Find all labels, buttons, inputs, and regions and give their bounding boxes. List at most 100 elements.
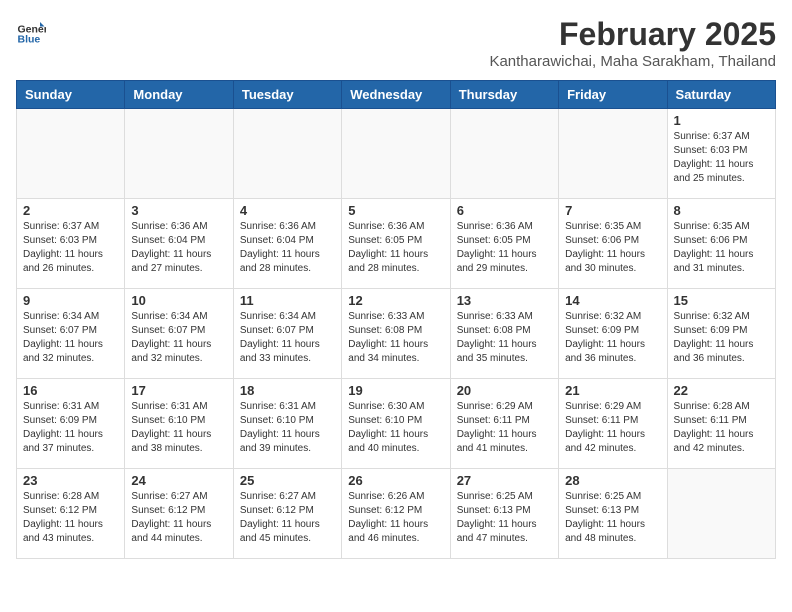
day-number: 12 [348,293,443,308]
day-number: 28 [565,473,660,488]
day-number: 20 [457,383,552,398]
day-header-monday: Monday [125,81,233,109]
page-header: General Blue February 2025 Kantharawicha… [16,16,776,70]
day-info: Sunrise: 6:28 AM Sunset: 6:11 PM Dayligh… [674,400,769,456]
day-info: Sunrise: 6:36 AM Sunset: 6:04 PM Dayligh… [131,220,226,276]
calendar-cell: 6 Sunrise: 6:36 AM Sunset: 6:05 PM Daylig… [450,199,558,289]
calendar-cell [450,109,558,199]
calendar-cell: 28 Sunrise: 6:25 AM Sunset: 6:13 PM Dayli… [559,469,667,559]
day-info: Sunrise: 6:34 AM Sunset: 6:07 PM Dayligh… [131,310,226,366]
day-info: Sunrise: 6:29 AM Sunset: 6:11 PM Dayligh… [457,400,552,456]
day-info: Sunrise: 6:34 AM Sunset: 6:07 PM Dayligh… [240,310,335,366]
day-info: Sunrise: 6:36 AM Sunset: 6:04 PM Dayligh… [240,220,335,276]
calendar-cell: 27 Sunrise: 6:25 AM Sunset: 6:13 PM Dayli… [450,469,558,559]
day-info: Sunrise: 6:25 AM Sunset: 6:13 PM Dayligh… [457,490,552,546]
day-header-friday: Friday [559,81,667,109]
day-number: 21 [565,383,660,398]
day-info: Sunrise: 6:35 AM Sunset: 6:06 PM Dayligh… [674,220,769,276]
day-info: Sunrise: 6:28 AM Sunset: 6:12 PM Dayligh… [23,490,118,546]
day-info: Sunrise: 6:27 AM Sunset: 6:12 PM Dayligh… [131,490,226,546]
day-number: 25 [240,473,335,488]
calendar-cell [17,109,125,199]
calendar-cell: 7 Sunrise: 6:35 AM Sunset: 6:06 PM Daylig… [559,199,667,289]
calendar-cell: 10 Sunrise: 6:34 AM Sunset: 6:07 PM Dayli… [125,289,233,379]
calendar-cell: 24 Sunrise: 6:27 AM Sunset: 6:12 PM Dayli… [125,469,233,559]
calendar-cell [667,469,775,559]
calendar-cell: 5 Sunrise: 6:36 AM Sunset: 6:05 PM Daylig… [342,199,450,289]
calendar-cell: 12 Sunrise: 6:33 AM Sunset: 6:08 PM Dayli… [342,289,450,379]
day-number: 6 [457,203,552,218]
day-number: 18 [240,383,335,398]
calendar-cell: 9 Sunrise: 6:34 AM Sunset: 6:07 PM Daylig… [17,289,125,379]
day-info: Sunrise: 6:25 AM Sunset: 6:13 PM Dayligh… [565,490,660,546]
calendar-cell: 21 Sunrise: 6:29 AM Sunset: 6:11 PM Dayli… [559,379,667,469]
day-info: Sunrise: 6:32 AM Sunset: 6:09 PM Dayligh… [674,310,769,366]
day-header-saturday: Saturday [667,81,775,109]
day-number: 23 [23,473,118,488]
logo-icon: General Blue [16,16,46,46]
day-number: 24 [131,473,226,488]
day-number: 19 [348,383,443,398]
calendar-cell: 19Sunrise: 6:30 AM Sunset: 6:10 PM Dayli… [342,379,450,469]
day-number: 11 [240,293,335,308]
calendar-cell: 1 Sunrise: 6:37 AM Sunset: 6:03 PM Daylig… [667,109,775,199]
day-number: 26 [348,473,443,488]
calendar-cell: 16 Sunrise: 6:31 AM Sunset: 6:09 PM Dayli… [17,379,125,469]
calendar-cell [559,109,667,199]
day-number: 10 [131,293,226,308]
calendar-header-row: SundayMondayTuesdayWednesdayThursdayFrid… [17,81,776,109]
calendar-cell: 23 Sunrise: 6:28 AM Sunset: 6:12 PM Dayli… [17,469,125,559]
day-number: 5 [348,203,443,218]
day-number: 14 [565,293,660,308]
day-number: 22 [674,383,769,398]
calendar-cell: 22 Sunrise: 6:28 AM Sunset: 6:11 PM Dayli… [667,379,775,469]
day-number: 3 [131,203,226,218]
day-info: Sunrise: 6:36 AM Sunset: 6:05 PM Dayligh… [457,220,552,276]
day-number: 7 [565,203,660,218]
day-info: Sunrise: 6:31 AM Sunset: 6:09 PM Dayligh… [23,400,118,456]
calendar-week-0: 1 Sunrise: 6:37 AM Sunset: 6:03 PM Daylig… [17,109,776,199]
calendar-cell [125,109,233,199]
calendar-cell: 4Sunrise: 6:36 AM Sunset: 6:04 PM Daylig… [233,199,341,289]
day-number: 1 [674,113,769,128]
logo: General Blue [16,16,46,46]
day-header-sunday: Sunday [17,81,125,109]
day-number: 15 [674,293,769,308]
svg-text:Blue: Blue [18,33,41,45]
day-info: Sunrise: 6:37 AM Sunset: 6:03 PM Dayligh… [23,220,118,276]
day-info: Sunrise: 6:31 AM Sunset: 6:10 PM Dayligh… [240,400,335,456]
day-number: 8 [674,203,769,218]
day-info: Sunrise: 6:34 AM Sunset: 6:07 PM Dayligh… [23,310,118,366]
day-info: Sunrise: 6:32 AM Sunset: 6:09 PM Dayligh… [565,310,660,366]
day-number: 27 [457,473,552,488]
calendar-table: SundayMondayTuesdayWednesdayThursdayFrid… [16,80,776,559]
day-info: Sunrise: 6:35 AM Sunset: 6:06 PM Dayligh… [565,220,660,276]
day-number: 2 [23,203,118,218]
day-info: Sunrise: 6:33 AM Sunset: 6:08 PM Dayligh… [457,310,552,366]
calendar-cell: 2 Sunrise: 6:37 AM Sunset: 6:03 PM Daylig… [17,199,125,289]
calendar-cell: 17Sunrise: 6:31 AM Sunset: 6:10 PM Dayli… [125,379,233,469]
day-info: Sunrise: 6:37 AM Sunset: 6:03 PM Dayligh… [674,130,769,186]
day-info: Sunrise: 6:36 AM Sunset: 6:05 PM Dayligh… [348,220,443,276]
calendar-week-2: 9 Sunrise: 6:34 AM Sunset: 6:07 PM Daylig… [17,289,776,379]
calendar-cell: 15 Sunrise: 6:32 AM Sunset: 6:09 PM Dayli… [667,289,775,379]
day-info: Sunrise: 6:26 AM Sunset: 6:12 PM Dayligh… [348,490,443,546]
calendar-cell: 8 Sunrise: 6:35 AM Sunset: 6:06 PM Daylig… [667,199,775,289]
calendar-week-4: 23 Sunrise: 6:28 AM Sunset: 6:12 PM Dayli… [17,469,776,559]
day-number: 17 [131,383,226,398]
day-number: 16 [23,383,118,398]
title-block: February 2025 Kantharawichai, Maha Sarak… [489,16,776,70]
month-year: February 2025 [489,16,776,53]
calendar-cell: 20 Sunrise: 6:29 AM Sunset: 6:11 PM Dayli… [450,379,558,469]
day-number: 9 [23,293,118,308]
day-header-wednesday: Wednesday [342,81,450,109]
location: Kantharawichai, Maha Sarakham, Thailand [489,53,776,70]
calendar-week-3: 16 Sunrise: 6:31 AM Sunset: 6:09 PM Dayli… [17,379,776,469]
calendar-cell: 26 Sunrise: 6:26 AM Sunset: 6:12 PM Dayli… [342,469,450,559]
day-info: Sunrise: 6:33 AM Sunset: 6:08 PM Dayligh… [348,310,443,366]
day-header-thursday: Thursday [450,81,558,109]
day-info: Sunrise: 6:29 AM Sunset: 6:11 PM Dayligh… [565,400,660,456]
calendar-week-1: 2 Sunrise: 6:37 AM Sunset: 6:03 PM Daylig… [17,199,776,289]
calendar-cell: 25Sunrise: 6:27 AM Sunset: 6:12 PM Dayli… [233,469,341,559]
day-header-tuesday: Tuesday [233,81,341,109]
